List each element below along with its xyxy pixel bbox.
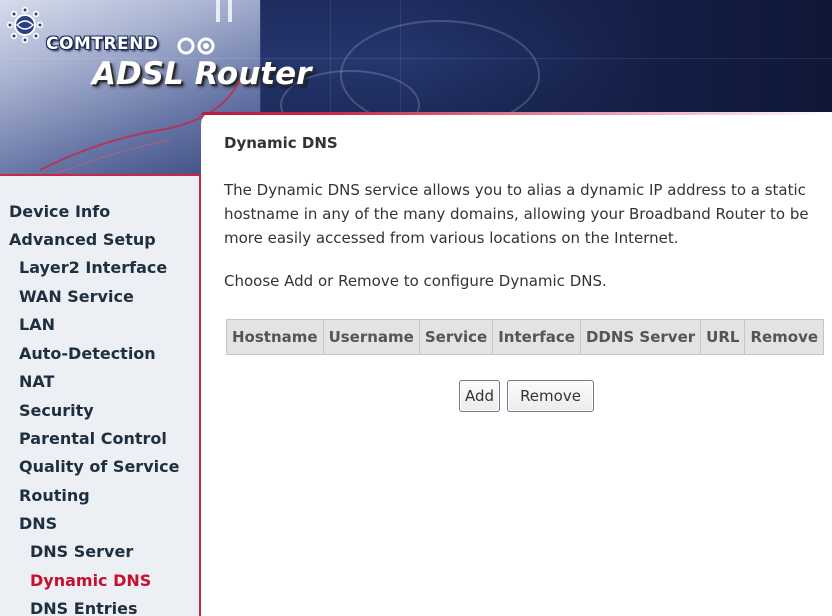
- sidebar-item-dynamic-dns[interactable]: Dynamic DNS: [30, 571, 151, 590]
- column-header-service: Service: [418, 319, 494, 355]
- sidebar-item-layer2-interface[interactable]: Layer2 Interface: [19, 258, 167, 277]
- globe-swirl-icon: [6, 6, 44, 44]
- remove-button[interactable]: Remove: [507, 380, 594, 412]
- sidebar-item-device-info[interactable]: Device Info: [9, 202, 110, 221]
- sidebar-item-nat[interactable]: NAT: [19, 372, 54, 391]
- sidebar-item-advanced-setup[interactable]: Advanced Setup: [9, 230, 156, 249]
- sidebar-item-wan-service[interactable]: WAN Service: [19, 287, 134, 306]
- sidebar-item-dns-entries[interactable]: DNS Entries: [30, 599, 137, 616]
- column-header-hostname: Hostname: [226, 319, 324, 355]
- brand-dots-icon: [177, 37, 215, 55]
- ddns-table: Hostname Username Service Interface DDNS…: [226, 319, 825, 355]
- column-header-remove: Remove: [744, 319, 825, 355]
- brand-name: COMTREND: [46, 34, 159, 54]
- column-header-username: Username: [322, 319, 420, 355]
- sidebar-item-dns[interactable]: DNS: [19, 514, 57, 533]
- column-header-ddns-server: DDNS Server: [579, 319, 702, 355]
- column-header-url: URL: [700, 319, 746, 355]
- sidebar-item-parental-control[interactable]: Parental Control: [19, 429, 167, 448]
- sidebar-item-security[interactable]: Security: [19, 401, 94, 420]
- sidebar-nav: Device Info Advanced Setup Layer2 Interf…: [0, 174, 201, 616]
- page-title: Dynamic DNS: [224, 134, 338, 152]
- page-hint: Choose Add or Remove to configure Dynami…: [224, 272, 607, 290]
- sidebar-item-lan[interactable]: LAN: [19, 315, 55, 334]
- sidebar-item-dns-server[interactable]: DNS Server: [30, 542, 133, 561]
- page-description: The Dynamic DNS service allows you to al…: [224, 181, 809, 247]
- banner-pole: [228, 0, 232, 22]
- sidebar-item-quality-of-service[interactable]: Quality of Service: [19, 457, 179, 476]
- column-header-interface: Interface: [492, 319, 581, 355]
- add-button[interactable]: Add: [459, 380, 500, 412]
- table-header-row: Hostname Username Service Interface DDNS…: [226, 319, 825, 355]
- sidebar-item-auto-detection[interactable]: Auto-Detection: [19, 344, 156, 363]
- sidebar-item-routing[interactable]: Routing: [19, 486, 90, 505]
- banner-pole: [216, 0, 220, 22]
